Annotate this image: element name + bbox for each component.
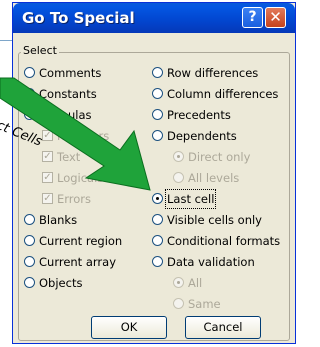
callout-overlay [0,77,151,191]
